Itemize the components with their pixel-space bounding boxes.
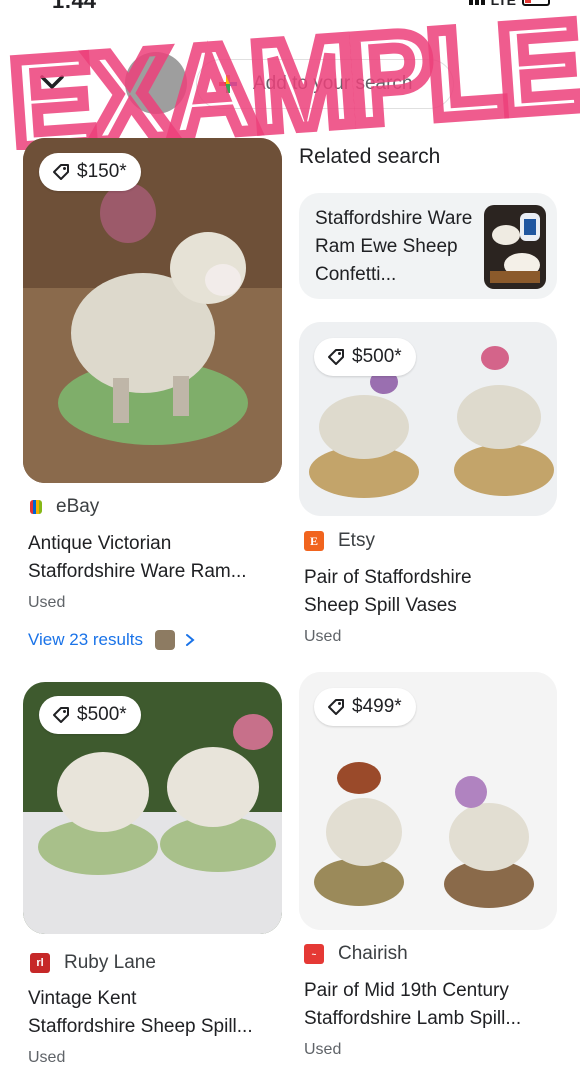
result-title[interactable]: Antique Victorian Staffordshire Ware Ram… xyxy=(28,530,247,586)
related-search-text: Staffordshire Ware Ram Ewe Sheep Confett… xyxy=(315,208,473,285)
price-badge: $499* xyxy=(314,688,416,726)
source-row: rl Ruby Lane xyxy=(30,952,156,974)
chevron-down-icon[interactable] xyxy=(34,64,70,100)
condition-label: Used xyxy=(28,1049,66,1066)
condition-label: Used xyxy=(304,1041,342,1058)
price-label: $150* xyxy=(77,161,127,182)
price-badge: $150* xyxy=(39,153,141,191)
ruby-lane-icon: rl xyxy=(30,953,50,973)
etsy-icon: E xyxy=(304,531,324,551)
search-placeholder: Add to your search xyxy=(253,73,413,94)
tag-icon xyxy=(53,164,69,180)
ebay-bag-icon xyxy=(30,500,42,514)
status-bar: 1:44 LTE xyxy=(0,0,580,13)
price-label: $499* xyxy=(352,696,402,717)
source-name: eBay xyxy=(56,496,100,517)
title-line: Antique Victorian xyxy=(28,533,172,554)
view-results-link[interactable]: View 23 results xyxy=(28,630,197,650)
image-thumb-button[interactable] xyxy=(125,52,187,114)
source-row: ~ Chairish xyxy=(304,943,408,965)
title-line: Staffordshire Ware Ram... xyxy=(28,561,247,582)
add-to-search-input[interactable]: Add to your search xyxy=(196,59,454,109)
title-line: Staffordshire Lamb Spill... xyxy=(304,1008,522,1029)
price-badge: $500* xyxy=(39,696,141,734)
source-row: eBay xyxy=(30,496,99,518)
source-name: Etsy xyxy=(338,530,375,551)
result-title[interactable]: Pair of Mid 19th Century Staffordshire L… xyxy=(304,977,521,1033)
battery-icon xyxy=(522,0,550,6)
related-search-card[interactable]: Staffordshire Ware Ram Ewe Sheep Confett… xyxy=(299,193,557,299)
title-line: Pair of Mid 19th Century xyxy=(304,980,509,1001)
price-label: $500* xyxy=(352,346,402,367)
status-indicators: LTE xyxy=(468,0,550,8)
tag-icon xyxy=(328,699,344,715)
chevron-right-icon xyxy=(185,634,195,646)
result-title[interactable]: Pair of Staffordshire Sheep Spill Vases xyxy=(304,564,472,620)
related-thumbnail xyxy=(484,205,546,289)
plus-icon xyxy=(219,75,237,93)
condition-label: Used xyxy=(28,594,66,611)
title-line: Vintage Kent xyxy=(28,988,137,1009)
title-line: Pair of Staffordshire xyxy=(304,567,472,588)
related-search-heading: Related search xyxy=(299,145,441,168)
price-label: $500* xyxy=(77,704,127,725)
network-label: LTE xyxy=(490,0,516,8)
title-line: Staffordshire Sheep Spill... xyxy=(28,1016,253,1037)
result-title[interactable]: Vintage Kent Staffordshire Sheep Spill..… xyxy=(28,985,253,1041)
source-row: E Etsy xyxy=(304,530,375,552)
tag-icon xyxy=(53,707,69,723)
source-name: Ruby Lane xyxy=(64,952,156,973)
tag-icon xyxy=(328,349,344,365)
status-time: 1:44 xyxy=(52,0,97,13)
condition-label: Used xyxy=(304,628,342,645)
title-line: Sheep Spill Vases xyxy=(304,595,457,616)
signal-icon xyxy=(468,0,485,5)
source-name: Chairish xyxy=(338,943,408,964)
mini-thumbnail xyxy=(154,630,175,650)
price-badge: $500* xyxy=(314,338,416,376)
chairish-icon: ~ xyxy=(304,944,324,964)
view-results-label: View 23 results xyxy=(28,630,143,649)
